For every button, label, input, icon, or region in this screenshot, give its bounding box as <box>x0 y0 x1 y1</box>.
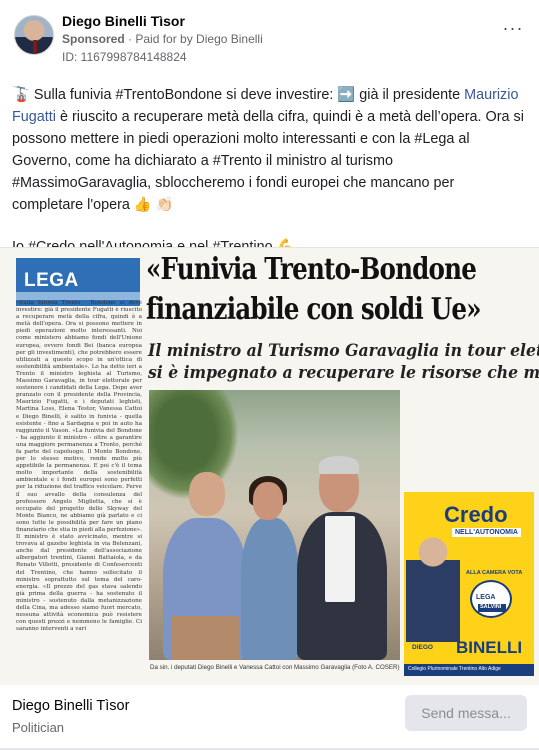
poster-camera-text: ALLA CAMERA VOTA <box>466 570 523 576</box>
poster-name-first: DIEGO <box>412 644 433 651</box>
article-photo <box>149 390 400 660</box>
footer-category: Politician <box>12 720 65 735</box>
paragraph-1-start: 🚡 Sulla funivia #TrentoBondone si deve i… <box>12 87 465 103</box>
person-right-hair <box>319 456 359 474</box>
person-left-head <box>189 472 225 516</box>
subhead-line-2: si è impegnato a recuperare le risorse c… <box>148 363 539 383</box>
poster-logo-salvini: SALVINI <box>480 604 502 610</box>
person-left-legs <box>171 616 239 660</box>
avatar-tie <box>33 40 37 54</box>
post-header: Diego Binelli Tìsor Sponsored · Paid for… <box>12 10 527 66</box>
poster-logo-text: LEGA <box>476 594 496 601</box>
post-footer: Diego Binelli Tìsor Politician Send mess… <box>0 685 539 750</box>
sponsored-meta: Sponsored · Paid for by Diego Binelli <box>62 32 263 46</box>
send-message-button[interactable]: Send messa... <box>405 695 527 731</box>
section-label-box: LEGA <box>16 258 140 306</box>
poster-name-last: BINELLI <box>456 638 523 657</box>
lega-logo-icon: LEGA SALVINI <box>470 580 512 618</box>
campaign-poster: Credo NELL'AUTONOMIA ALLA CAMERA VOTA LE… <box>404 492 534 676</box>
poster-title: Credo <box>444 502 508 527</box>
poster-subtitle: NELL'AUTONOMIA <box>452 528 521 537</box>
post-paragraph-1: 🚡 Sulla funivia #TrentoBondone si deve i… <box>12 84 527 216</box>
person-middle-head <box>253 482 283 520</box>
avatar[interactable] <box>14 15 54 55</box>
photo-caption: Da sin. i deputati Diego Binelli e Vanes… <box>150 664 400 671</box>
ad-id: ID: 1167998784148824 <box>62 50 187 64</box>
person-right-shirt <box>325 516 355 602</box>
more-horizontal-icon[interactable]: ··· <box>501 19 525 42</box>
section-label: LEGA <box>24 270 79 291</box>
headline-line-1: «Funivia Trento-Bondone <box>146 252 477 287</box>
subhead-line-1: Il ministro al Turismo Garavaglia in tou… <box>148 341 539 361</box>
poster-logo-salvini-band: SALVINI <box>478 604 506 612</box>
poster-footer-text: Collegio Plurinominale Trentino Alto Adi… <box>408 666 501 672</box>
headline-line-2: finanziabile con soldi Ue» <box>146 292 482 327</box>
paid-for-label[interactable]: Paid for by Diego Binelli <box>135 32 262 46</box>
sponsored-label[interactable]: Sponsored <box>62 32 125 46</box>
sponsored-post: Diego Binelli Tìsor Sponsored · Paid for… <box>0 0 539 750</box>
page-name-link[interactable]: Diego Binelli Tìsor <box>62 13 185 29</box>
article-image[interactable]: LEGA «Funivia Trento-Bondone finanziabil… <box>0 247 539 685</box>
article-subhead: Il ministro al Turismo Garavaglia in tou… <box>148 340 539 384</box>
paragraph-1-end: è riuscito a recuperare metà della cifra… <box>12 109 524 213</box>
article-headline: «Funivia Trento-Bondone finanziabile con… <box>146 250 482 330</box>
person-middle-body <box>241 518 299 660</box>
poster-candidate-photo <box>406 522 460 642</box>
article-column-text: «Sulla funivia Trento - Bondone si deve … <box>16 300 142 633</box>
footer-page-name[interactable]: Diego Binelli Tìsor <box>12 698 129 714</box>
section-stripe <box>16 292 140 300</box>
poster-footer: Collegio Plurinominale Trentino Alto Adi… <box>404 664 534 676</box>
